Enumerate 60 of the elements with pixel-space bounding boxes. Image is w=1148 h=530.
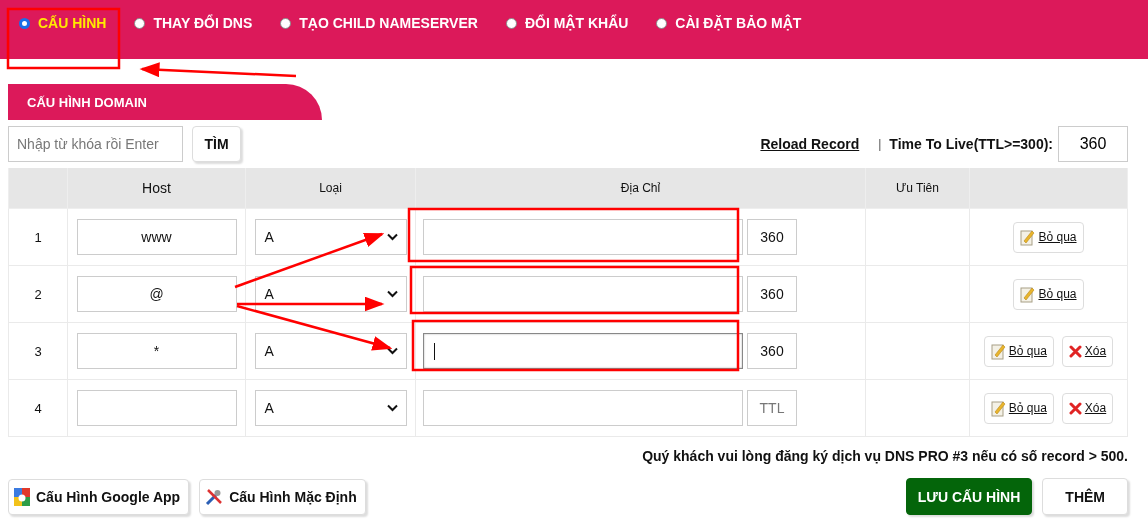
row-number: 2 bbox=[34, 286, 42, 302]
save-button[interactable]: LƯU CẤU HÌNH bbox=[905, 478, 1033, 515]
address-field[interactable] bbox=[423, 219, 743, 255]
skip-button[interactable]: Bỏ qua bbox=[983, 392, 1054, 424]
notice-text: Quý khách vui lòng đăng ký dịch vụ DNS PRO #3 nếu có số record > 500. bbox=[641, 448, 1128, 464]
default-config-button[interactable]: Cấu Hình Mặc Định bbox=[199, 478, 366, 515]
chevron-icon bbox=[386, 347, 398, 355]
column-header: Ưu Tiên bbox=[865, 168, 970, 209]
ttl-field[interactable]: 360 bbox=[747, 276, 797, 312]
search-button[interactable]: TÌM bbox=[192, 126, 241, 162]
ttl-field[interactable]: TTL bbox=[747, 390, 797, 426]
host-field[interactable]: www bbox=[76, 219, 237, 255]
skip-button[interactable]: Bỏ qua bbox=[983, 335, 1054, 367]
delete-button[interactable]: Xóa bbox=[1061, 392, 1114, 424]
separator: | bbox=[878, 137, 882, 151]
notepad-icon bbox=[1020, 228, 1036, 246]
column-header: Host bbox=[67, 168, 246, 209]
row-number: 4 bbox=[34, 400, 42, 416]
type-select[interactable]: A bbox=[254, 390, 407, 426]
address-field[interactable] bbox=[423, 276, 743, 312]
host-field[interactable]: * bbox=[76, 333, 237, 369]
chevron-icon bbox=[386, 404, 398, 412]
close-icon bbox=[1068, 401, 1082, 415]
radio-tab[interactable]: CẤU HÌNH bbox=[19, 15, 107, 31]
search-field[interactable]: Nhập từ khóa rồi Enter bbox=[8, 126, 183, 162]
skip-button[interactable]: Bỏ qua bbox=[1013, 221, 1084, 253]
row-number: 1 bbox=[34, 229, 42, 245]
radio-tab[interactable]: CÀI ĐẶT BẢO MẬT bbox=[656, 15, 802, 31]
delete-button[interactable]: Xóa bbox=[1061, 335, 1114, 367]
type-select[interactable]: A bbox=[254, 219, 407, 255]
address-field[interactable] bbox=[423, 390, 743, 426]
skip-button[interactable]: Bỏ qua bbox=[1013, 278, 1084, 310]
text-cursor bbox=[434, 342, 435, 360]
type-select[interactable]: A bbox=[254, 333, 407, 369]
ttl-label: Time To Live(TTL>=300): bbox=[889, 136, 1053, 152]
add-button[interactable]: THÊM bbox=[1042, 478, 1128, 515]
reload-link[interactable]: Reload Record bbox=[760, 136, 860, 152]
ttl-field[interactable]: 360 bbox=[747, 333, 797, 369]
ttl-field[interactable]: 360 bbox=[1058, 126, 1128, 162]
radio-tab[interactable]: ĐỔI MẬT KHẨU bbox=[505, 15, 629, 31]
address-field[interactable] bbox=[423, 333, 743, 369]
chevron-icon bbox=[386, 290, 398, 298]
notepad-icon bbox=[1020, 285, 1036, 303]
radio-tab[interactable]: TẠO CHILD NAMESERVER bbox=[280, 15, 478, 31]
ttl-field[interactable]: 360 bbox=[747, 219, 797, 255]
tools-icon bbox=[205, 487, 224, 506]
google-app-button[interactable]: Cấu Hình Google App bbox=[8, 478, 190, 515]
notepad-icon bbox=[990, 399, 1006, 417]
type-select[interactable]: A bbox=[254, 276, 407, 312]
column-header: Địa Chỉ bbox=[415, 168, 866, 209]
google-logo-icon bbox=[14, 487, 30, 506]
row-number: 3 bbox=[34, 343, 42, 359]
host-field[interactable]: @ bbox=[76, 276, 237, 312]
chevron-icon bbox=[386, 233, 398, 241]
host-field[interactable] bbox=[76, 390, 237, 426]
close-icon bbox=[1068, 344, 1082, 358]
radio-tab[interactable]: THAY ĐỔI DNS bbox=[134, 15, 253, 31]
notepad-icon bbox=[990, 342, 1006, 360]
column-header: Loại bbox=[245, 168, 416, 209]
section-title: CẤU HÌNH DOMAIN bbox=[27, 94, 147, 110]
